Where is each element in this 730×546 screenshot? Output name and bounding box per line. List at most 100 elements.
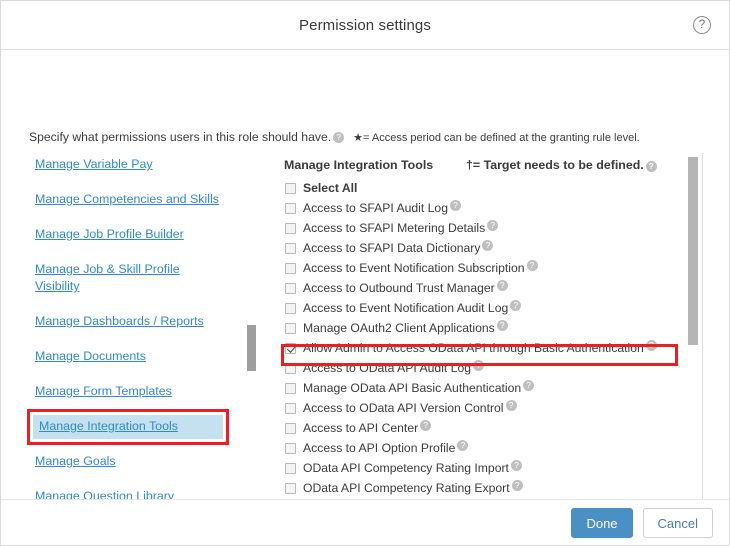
permission-label: Allow Admin to Access OData API through … — [303, 340, 644, 356]
permissions-pane: Manage Integration Tools †= Target needs… — [284, 153, 684, 499]
permission-row[interactable]: Manage OData API Basic Authentication? — [284, 380, 684, 400]
legend-star-text: ★= Access period can be defined at the g… — [353, 132, 640, 144]
sidebar-scrollbar-thumb[interactable] — [247, 325, 256, 371]
checkbox-unchecked[interactable] — [285, 183, 296, 194]
checkbox-unchecked[interactable] — [285, 283, 296, 294]
permission-row[interactable]: Access to Outbound Trust Manager? — [284, 280, 684, 300]
spacer — [1, 212, 241, 223]
info-icon[interactable]: ? — [487, 220, 498, 231]
spacer — [1, 369, 241, 380]
sidebar-item-manage-documents[interactable]: Manage Documents — [29, 345, 225, 369]
permission-row[interactable]: Access to API Center? — [284, 420, 684, 440]
info-icon[interactable]: ? — [497, 320, 508, 331]
info-icon[interactable]: ? — [523, 380, 534, 391]
spacer — [1, 299, 241, 310]
sidebar-scrollbar[interactable] — [247, 153, 256, 499]
checkbox-unchecked[interactable] — [285, 363, 296, 374]
info-icon[interactable]: ? — [497, 280, 508, 291]
info-icon[interactable]: ? — [333, 132, 344, 143]
info-icon[interactable]: ? — [646, 161, 657, 172]
pane-divider — [702, 153, 703, 499]
info-icon[interactable]: ? — [527, 260, 538, 271]
sidebar-item-manage-job-skill-profile-visibility[interactable]: Manage Job & Skill Profile Visibility — [29, 258, 225, 299]
permission-label: Access to Event Notification Audit Log — [303, 300, 508, 316]
spacer — [1, 404, 241, 415]
sidebar-list: Manage Variable Pay Manage Competencies a… — [1, 153, 241, 499]
permission-label: Access to SFAPI Data Dictionary — [303, 240, 480, 256]
permission-label: Access to Event Notification Subscriptio… — [303, 260, 525, 276]
permission-label: Access to OData API Audit Log — [303, 360, 471, 376]
sidebar-item-manage-form-templates[interactable]: Manage Form Templates — [29, 380, 225, 404]
permissions-list: Select AllAccess to SFAPI Audit Log?Acce… — [284, 180, 684, 499]
info-icon[interactable]: ? — [482, 240, 493, 251]
info-icon[interactable]: ? — [646, 340, 657, 351]
spacer — [1, 247, 241, 258]
sidebar-item-manage-competencies-and-skills[interactable]: Manage Competencies and Skills — [29, 188, 225, 212]
target-note-label: †= Target needs to be defined. — [466, 158, 644, 172]
permission-row[interactable]: Access to Event Notification Audit Log? — [284, 300, 684, 320]
permissions-scrollbar[interactable] — [688, 155, 698, 499]
sidebar-item-manage-goals[interactable]: Manage Goals — [29, 450, 225, 474]
checkbox-unchecked[interactable] — [285, 483, 296, 494]
permission-row[interactable]: Access to Event Notification Subscriptio… — [284, 260, 684, 280]
spacer — [1, 177, 241, 188]
checkbox-unchecked[interactable] — [285, 323, 296, 334]
info-icon[interactable]: ? — [420, 420, 431, 431]
checkbox-unchecked[interactable] — [285, 223, 296, 234]
permission-label: Access to Outbound Trust Manager — [303, 280, 495, 296]
dialog-footer: Done Cancel — [1, 499, 729, 545]
permission-row[interactable]: Access to SFAPI Metering Details? — [284, 220, 684, 240]
permission-row[interactable]: Manage OAuth2 Client Applications? — [284, 320, 684, 340]
permission-row[interactable]: Access to API Option Profile? — [284, 440, 684, 460]
done-button[interactable]: Done — [571, 508, 632, 538]
checkbox-unchecked[interactable] — [285, 423, 296, 434]
checkbox-unchecked[interactable] — [285, 263, 296, 274]
permission-row[interactable]: OData API Competency Rating Import? — [284, 460, 684, 480]
permission-label: Access to SFAPI Audit Log — [303, 200, 448, 216]
permission-row[interactable]: Access to SFAPI Data Dictionary? — [284, 240, 684, 260]
cancel-button[interactable]: Cancel — [643, 508, 713, 538]
permission-label: Access to API Center — [303, 420, 418, 436]
permissions-heading: Manage Integration Tools — [284, 158, 466, 172]
spacer — [1, 439, 241, 450]
checkbox-checked[interactable] — [285, 343, 296, 354]
dialog-header: Permission settings ? — [1, 1, 729, 50]
permission-label: Access to OData API Version Control — [303, 400, 504, 416]
info-icon[interactable]: ? — [511, 460, 522, 471]
info-icon[interactable]: ? — [473, 360, 484, 371]
permission-row[interactable]: Access to OData API Version Control? — [284, 400, 684, 420]
spacer — [1, 474, 241, 485]
sidebar-item-manage-question-library[interactable]: Manage Question Library — [29, 485, 225, 499]
permission-label: Manage OAuth2 Client Applications — [303, 320, 495, 336]
permission-row[interactable]: Select All — [284, 180, 684, 200]
info-icon[interactable]: ? — [457, 440, 468, 451]
info-icon[interactable]: ? — [512, 480, 523, 491]
permission-row[interactable]: OData API Competency Rating Export? — [284, 480, 684, 499]
checkbox-unchecked[interactable] — [285, 443, 296, 454]
instructions-label: Specify what permissions users in this r… — [29, 130, 331, 144]
checkbox-unchecked[interactable] — [285, 463, 296, 474]
permissions-scrollbar-thumb[interactable] — [688, 157, 698, 345]
info-icon[interactable]: ? — [450, 200, 461, 211]
info-icon[interactable]: ? — [510, 300, 521, 311]
sidebar-item-manage-job-profile-builder[interactable]: Manage Job Profile Builder — [29, 223, 225, 247]
permission-row[interactable]: Allow Admin to Access OData API through … — [284, 340, 684, 360]
checkbox-unchecked[interactable] — [285, 243, 296, 254]
question-mark-circle-icon[interactable]: ? — [693, 16, 711, 34]
checkbox-unchecked[interactable] — [285, 203, 296, 214]
permission-label: Access to API Option Profile — [303, 440, 455, 456]
info-icon[interactable]: ? — [506, 400, 517, 411]
sidebar-item-manage-dashboards-reports[interactable]: Manage Dashboards / Reports — [29, 310, 225, 334]
permission-label: Access to SFAPI Metering Details — [303, 220, 485, 236]
sidebar-item-manage-integration-tools[interactable]: Manage Integration Tools — [33, 415, 223, 439]
permission-label: Select All — [303, 180, 357, 196]
sidebar-item-manage-variable-pay[interactable]: Manage Variable Pay — [29, 153, 225, 177]
checkbox-unchecked[interactable] — [285, 303, 296, 314]
permission-row[interactable]: Access to SFAPI Audit Log? — [284, 200, 684, 220]
permission-label: OData API Competency Rating Export — [303, 480, 510, 496]
permission-label: OData API Competency Rating Import — [303, 460, 509, 476]
checkbox-unchecked[interactable] — [285, 383, 296, 394]
instructions-text: Specify what permissions users in this r… — [29, 130, 640, 144]
permission-row[interactable]: Access to OData API Audit Log? — [284, 360, 684, 380]
checkbox-unchecked[interactable] — [285, 403, 296, 414]
